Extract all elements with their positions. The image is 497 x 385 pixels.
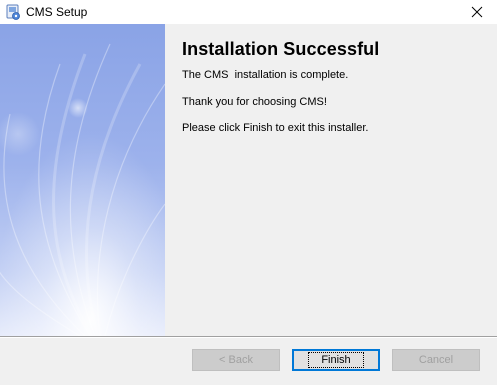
window-title: CMS Setup <box>26 5 88 19</box>
wizard-side-image <box>0 24 165 336</box>
back-button-label: < Back <box>219 354 253 366</box>
footer-divider <box>0 336 497 338</box>
thank-you-message: Thank you for choosing CMS! <box>182 96 327 108</box>
setup-window: CMS Setup Installation Successful The CM… <box>0 0 497 385</box>
finish-button-label: Finish <box>308 352 364 368</box>
installer-icon <box>5 4 21 20</box>
cancel-button-label: Cancel <box>418 354 454 366</box>
cancel-button[interactable]: Cancel <box>392 349 480 371</box>
finish-button[interactable]: Finish <box>292 349 380 371</box>
completion-message: The CMS installation is complete. <box>182 69 349 81</box>
close-icon <box>471 6 483 18</box>
page-title: Installation Successful <box>182 39 380 59</box>
back-button[interactable]: < Back <box>192 349 280 371</box>
wizard-content: Installation Successful The CMS installa… <box>165 24 497 336</box>
title-bar: CMS Setup <box>0 0 497 24</box>
close-button[interactable] <box>457 0 497 24</box>
finish-instruction: Please click Finish to exit this install… <box>182 122 369 134</box>
